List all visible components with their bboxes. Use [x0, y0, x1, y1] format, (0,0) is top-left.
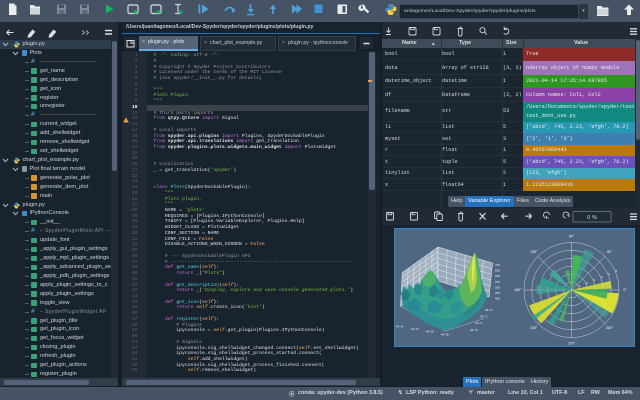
svg-text:270°: 270° [568, 341, 576, 345]
svg-text:90°: 90° [569, 234, 575, 238]
svg-text:-44.38: -44.38 [440, 332, 449, 336]
svg-text:450: 450 [495, 291, 500, 295]
svg-text:36.70: 36.70 [470, 327, 478, 331]
svg-text:500: 500 [495, 285, 500, 289]
svg-text:36.72: 36.72 [480, 314, 488, 318]
svg-text:0 %: 0 % [587, 215, 597, 221]
svg-text:400: 400 [495, 296, 500, 300]
svg-text:0°: 0° [623, 288, 627, 292]
svg-text:5: 5 [608, 272, 610, 276]
svg-text:750: 750 [495, 263, 500, 267]
svg-text:600: 600 [495, 274, 500, 278]
svg-text:650: 650 [495, 268, 500, 272]
svg-text:-44.40: -44.40 [410, 327, 419, 331]
svg-text:180°: 180° [514, 288, 522, 292]
svg-text:45°: 45° [607, 250, 613, 254]
svg-text:225°: 225° [530, 325, 538, 329]
svg-text:-44.39: -44.39 [425, 329, 434, 333]
svg-text:-44.41: -44.41 [395, 324, 404, 328]
svg-text:36.73: 36.73 [485, 308, 493, 312]
svg-text:6: 6 [616, 269, 618, 273]
svg-text:36.71: 36.71 [475, 321, 483, 325]
svg-text:2: 2 [586, 281, 588, 285]
svg-text:1: 1 [579, 284, 581, 288]
svg-text:135°: 135° [530, 250, 538, 254]
svg-text:4: 4 [601, 275, 603, 279]
svg-text:315°: 315° [606, 325, 614, 329]
svg-text:550: 550 [495, 279, 500, 283]
svg-text:3: 3 [594, 278, 596, 282]
